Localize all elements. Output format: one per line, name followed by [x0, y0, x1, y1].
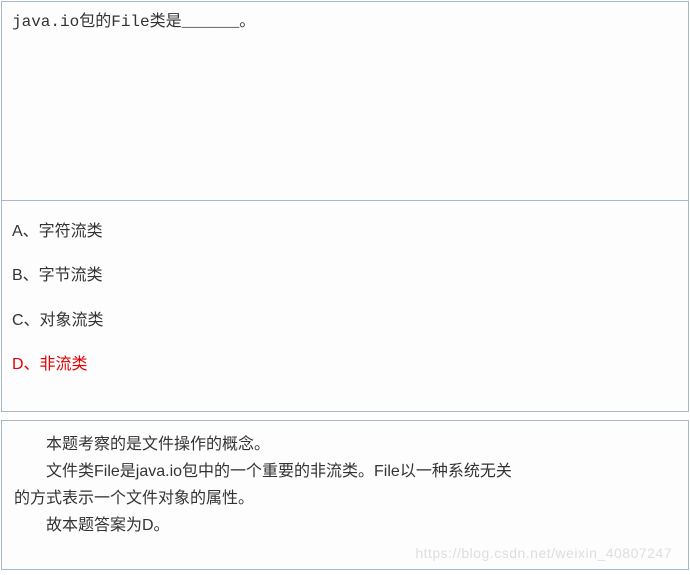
option-c[interactable]: C、对象流类: [12, 310, 678, 332]
explanation-line-3: 故本题答案为D。: [14, 512, 676, 539]
question-panel: java.io包的File类是______。: [1, 1, 689, 201]
explanation-panel: 本题考察的是文件操作的概念。 文件类File是java.io包中的一个重要的非流…: [1, 420, 689, 571]
question-text: java.io包的File类是______。: [12, 10, 678, 34]
option-a[interactable]: A、字符流类: [12, 221, 678, 243]
option-d[interactable]: D、非流类: [12, 354, 678, 376]
explanation-line-2a: 文件类File是java.io包中的一个重要的非流类。File以一种系统无关: [14, 458, 676, 485]
option-b[interactable]: B、字节流类: [12, 265, 678, 287]
explanation-line-2b: 的方式表示一个文件对象的属性。: [14, 485, 676, 512]
options-panel: A、字符流类 B、字节流类 C、对象流类 D、非流类: [1, 201, 689, 412]
explanation-line-1: 本题考察的是文件操作的概念。: [14, 431, 676, 458]
